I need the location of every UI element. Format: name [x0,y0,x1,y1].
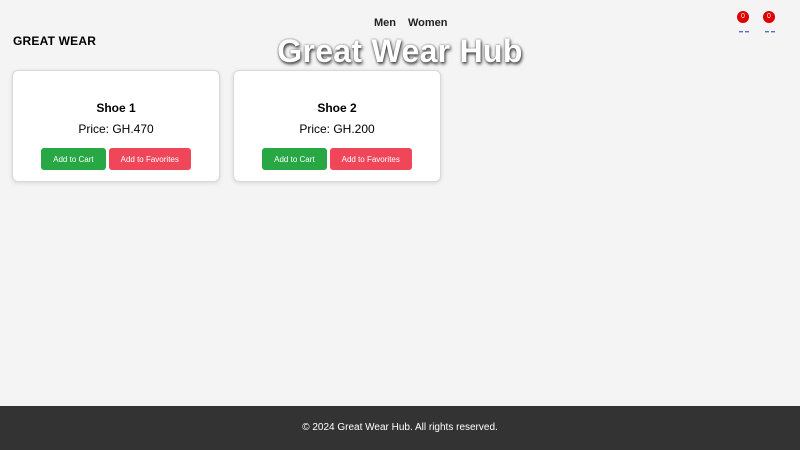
nav-item-women[interactable]: Women [408,17,448,29]
page-title: Great Wear Hub [277,33,523,69]
favorites-button[interactable]: 0 [760,11,775,35]
product-actions: Add to Cart Add to Favorites [234,148,440,170]
product-actions: Add to Cart Add to Favorites [13,148,219,170]
footer: © 2024 Great Wear Hub. All rights reserv… [0,406,800,450]
product-card: Shoe 1 Price: GH.470 Add to Cart Add to … [12,70,220,182]
cart-count-badge: 0 [737,11,749,23]
favorites-icon [765,31,775,33]
add-to-favorites-button[interactable]: Add to Favorites [329,148,412,170]
add-to-cart-button[interactable]: Add to Cart [41,148,106,170]
product-card: Shoe 2 Price: GH.200 Add to Cart Add to … [233,70,441,182]
cart-button[interactable]: 0 [734,11,749,35]
product-list: Shoe 1 Price: GH.470 Add to Cart Add to … [12,70,441,182]
product-price: Price: GH.470 [78,122,154,136]
header-icons: 0 0 [734,11,775,35]
product-name: Shoe 1 [96,101,136,115]
cart-icon [739,31,749,33]
page: GREAT WEAR Men Women Great Wear Hub 0 0 … [0,0,800,450]
product-name: Shoe 2 [317,101,357,115]
add-to-cart-button[interactable]: Add to Cart [262,148,327,170]
add-to-favorites-button[interactable]: Add to Favorites [108,148,191,170]
nav-item-men[interactable]: Men [374,17,396,29]
product-price: Price: GH.200 [299,122,375,136]
footer-copyright: © 2024 Great Wear Hub. All rights reserv… [302,422,498,433]
main-nav: Men Women [374,17,448,29]
favorites-count-badge: 0 [763,11,775,23]
